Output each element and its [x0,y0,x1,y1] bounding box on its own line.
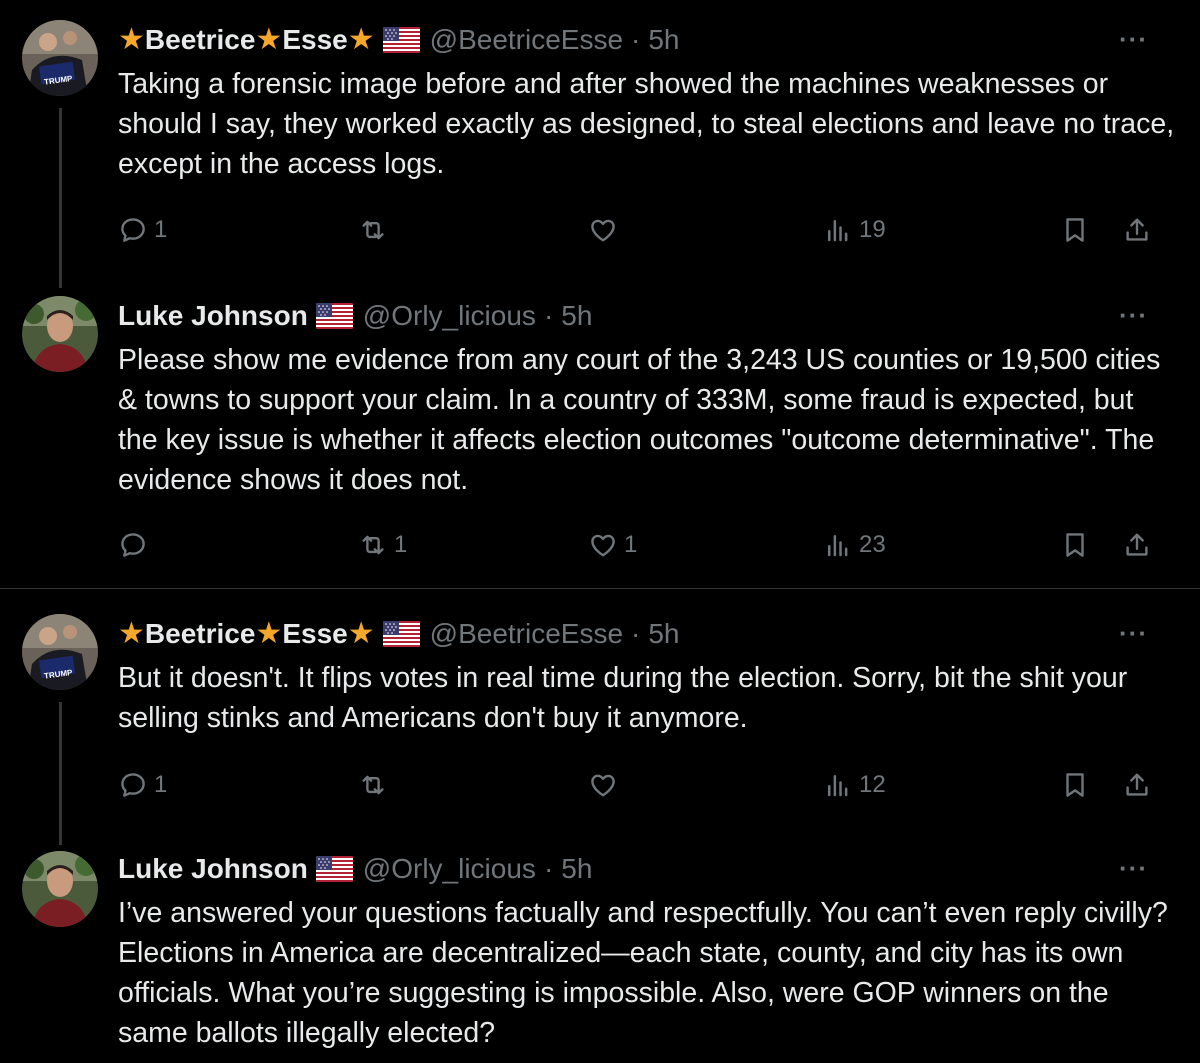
tweet-text: Please show me evidence from any court o… [118,344,1161,496]
star-icon: ★ [347,23,375,56]
action-bar: 1 1 23 [0,525,1200,565]
more-icon[interactable]: ··· [1119,618,1148,649]
share-button[interactable] [1122,525,1152,565]
like-count: 1 [624,531,638,558]
timestamp[interactable]: 5h [561,853,592,885]
tweet-text: I’ve answered your questions factually a… [118,897,1168,1049]
retweet-button[interactable] [358,765,394,805]
retweet-button[interactable] [358,210,394,250]
tweet[interactable]: TRUMP ★ Beetrice ★ Esse ★ @BeetriceEsse … [0,589,1200,845]
action-bar: 1 19 [0,210,1200,250]
retweet-button[interactable]: 1 [358,525,407,565]
like-button[interactable]: 1 [588,525,637,565]
share-icon [1122,215,1152,245]
tweet-header: ★ Beetrice ★ Esse ★ @BeetriceEsse · 5h [118,20,680,60]
separator-dot: · [631,618,641,649]
avatar[interactable]: TRUMP [22,20,98,96]
display-name-part: Beetrice [144,618,256,649]
like-button[interactable] [588,210,624,250]
views-button[interactable]: 12 [823,765,886,805]
more-icon[interactable]: ··· [1119,853,1148,884]
separator-dot: · [543,300,554,331]
views-icon [823,215,853,245]
display-name[interactable]: ★ Beetrice ★ Esse ★ [118,24,426,56]
bookmark-icon [1060,530,1090,560]
share-button[interactable] [1122,210,1152,250]
user-handle[interactable]: @BeetriceEsse [430,24,623,56]
retweet-icon [358,770,388,800]
bookmark-button[interactable] [1060,765,1090,805]
us-flag-icon [383,27,420,53]
avatar[interactable] [22,296,98,372]
thread-line [59,108,62,288]
tweet[interactable]: TRUMP ★ Beetrice ★ Esse ★ @BeetriceEsse … [0,0,1200,290]
timestamp[interactable]: 5h [648,618,679,650]
retweet-count: 1 [394,531,408,558]
views-button[interactable]: 19 [823,210,886,250]
star-icon: ★ [255,23,283,56]
display-name-text: Luke Johnson [118,853,308,884]
reply-icon [118,215,148,245]
retweet-icon [358,215,388,245]
share-icon [1122,770,1152,800]
tweet-text: But it doesn't. It flips votes in real t… [118,662,1128,734]
star-icon: ★ [255,617,283,650]
like-icon [588,770,618,800]
display-name[interactable]: ★ Beetrice ★ Esse ★ [118,618,426,650]
display-name-part: Esse [282,618,348,649]
display-name[interactable]: Luke Johnson [118,853,359,885]
tweet[interactable]: Luke Johnson @Orly_licious · 5h ··· Plea… [0,290,1200,588]
view-count: 12 [859,771,886,798]
bookmark-button[interactable] [1060,210,1090,250]
us-flag-icon [383,621,420,647]
views-icon [823,770,853,800]
tweet-text: Taking a forensic image before and after… [118,68,1175,180]
views-icon [823,530,853,560]
reply-button[interactable] [118,525,154,565]
avatar[interactable] [22,851,98,927]
star-icon: ★ [118,617,145,650]
bookmark-icon [1060,770,1090,800]
action-bar: 1 12 [0,765,1200,805]
reply-icon [118,530,148,560]
separator-dot: · [631,24,641,55]
share-icon [1122,530,1152,560]
bookmark-icon [1060,215,1090,245]
reply-button[interactable]: 1 [118,765,167,805]
timestamp[interactable]: 5h [648,24,679,56]
us-flag-icon [316,856,353,882]
like-button[interactable] [588,765,624,805]
retweet-icon [358,530,388,560]
more-icon[interactable]: ··· [1119,24,1148,55]
reply-icon [118,770,148,800]
display-name[interactable]: Luke Johnson [118,300,359,332]
user-handle[interactable]: @BeetriceEsse [430,618,623,650]
reply-count: 1 [154,216,168,243]
user-handle[interactable]: @Orly_licious [363,300,536,332]
tweet[interactable]: Luke Johnson @Orly_licious · 5h ··· I’ve… [0,845,1200,1063]
view-count: 23 [859,531,886,558]
tweet-header: Luke Johnson @Orly_licious · 5h [118,849,592,889]
tweet-header: Luke Johnson @Orly_licious · 5h [118,296,592,336]
avatar[interactable]: TRUMP [22,614,98,690]
display-name-text: Luke Johnson [118,300,308,331]
like-icon [588,530,618,560]
tweet-header: ★ Beetrice ★ Esse ★ @BeetriceEsse · 5h [118,614,680,654]
views-button[interactable]: 23 [823,525,886,565]
user-handle[interactable]: @Orly_licious [363,853,536,885]
reply-button[interactable]: 1 [118,210,167,250]
share-button[interactable] [1122,765,1152,805]
display-name-part: Beetrice [144,24,256,55]
bookmark-button[interactable] [1060,525,1090,565]
display-name-part: Esse [282,24,348,55]
like-icon [588,215,618,245]
star-icon: ★ [118,23,145,56]
us-flag-icon [316,303,353,329]
more-icon[interactable]: ··· [1119,300,1148,331]
view-count: 19 [859,216,886,243]
reply-count: 1 [154,771,168,798]
star-icon: ★ [347,617,375,650]
separator-dot: · [543,853,554,884]
timestamp[interactable]: 5h [561,300,592,332]
